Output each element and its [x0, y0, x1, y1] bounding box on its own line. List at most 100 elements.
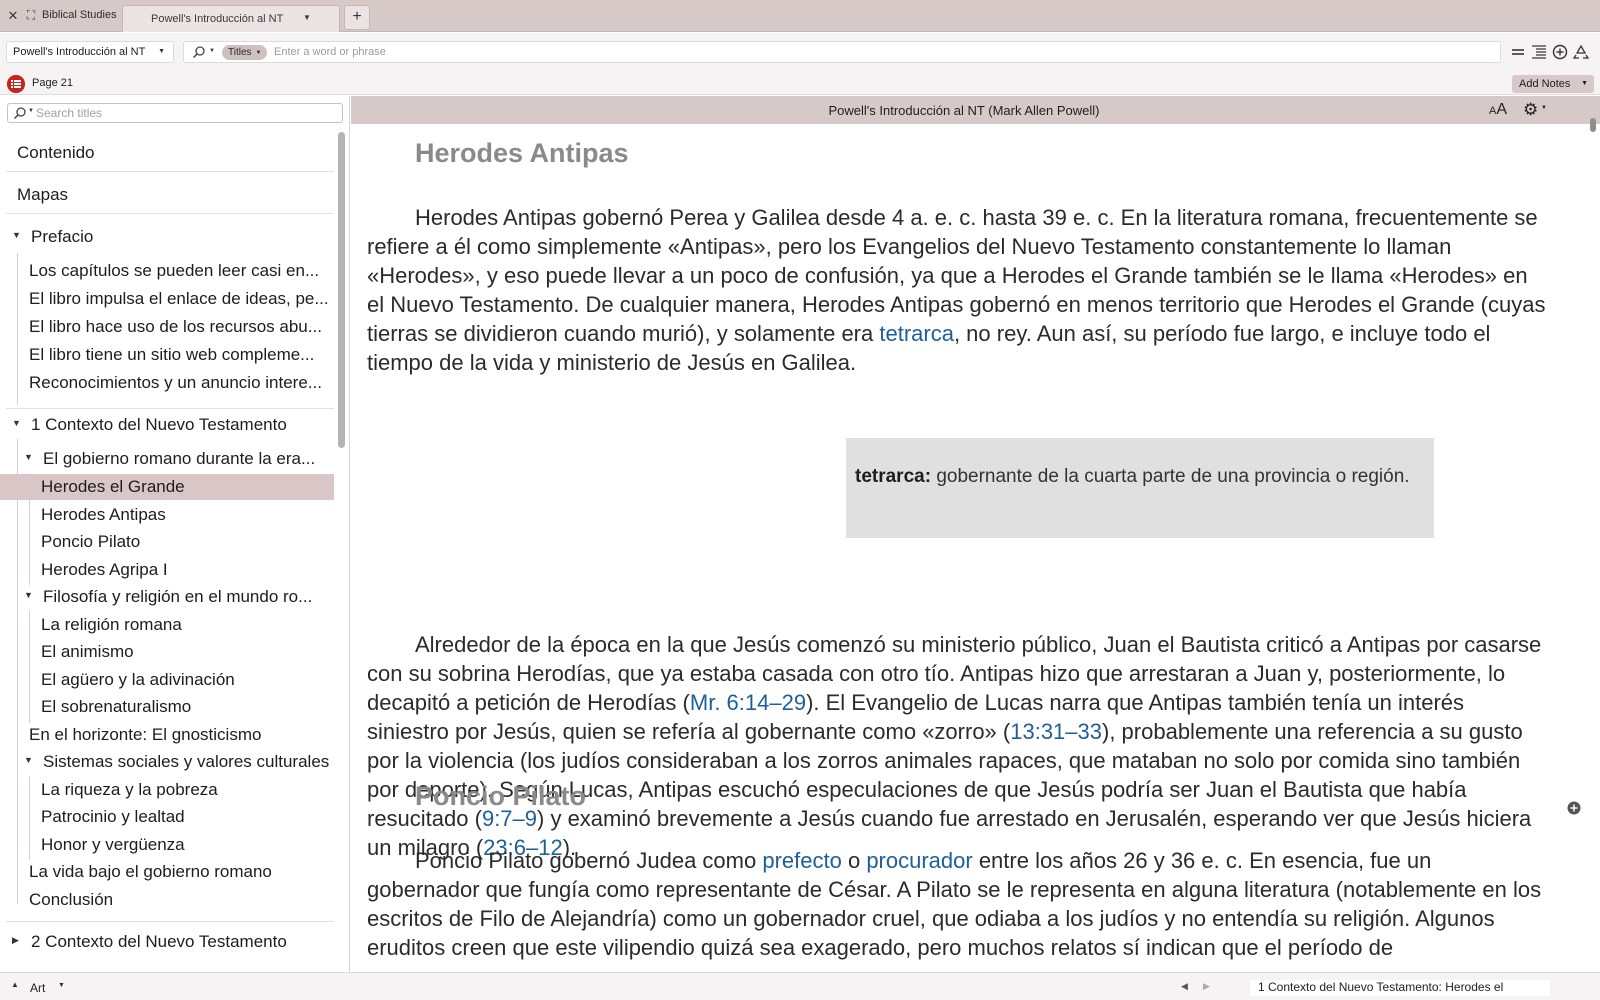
toc-item-label: 2 Contexto del Nuevo Testamento	[31, 932, 287, 951]
chevron-down-icon[interactable]: ▼	[58, 982, 65, 989]
new-tab-button[interactable]: +	[344, 5, 370, 30]
toc-item[interactable]: Los capítulos se pueden leer casi en...	[0, 258, 334, 284]
toc-item-label: El animismo	[41, 642, 134, 661]
toc-item[interactable]: Honor y vergüenza	[0, 832, 334, 858]
forward-arrow-icon[interactable]: ▶	[1203, 981, 1210, 992]
toc-item[interactable]: Conclusión	[0, 887, 334, 913]
search-scope-pill[interactable]: Titles ▼	[222, 45, 268, 60]
font-size-icon[interactable]: AA	[1489, 101, 1507, 119]
chevron-right-icon[interactable]: ▶	[12, 935, 19, 946]
list-icon[interactable]	[1509, 43, 1527, 61]
toc-item-roman-government[interactable]: ▼ El gobierno romano durante la era...	[0, 446, 334, 472]
toc-item[interactable]: Poncio Pilato	[0, 529, 334, 555]
recycle-icon[interactable]	[1572, 43, 1590, 61]
add-notes-label: Add Notes	[1519, 78, 1571, 90]
toc-item-label: Mapas	[17, 185, 69, 204]
paragraph: Alrededor de la época en la que Jesús co…	[367, 630, 1547, 862]
chevron-down-icon[interactable]: ▼	[28, 108, 34, 114]
chevron-up-icon[interactable]: ▲	[11, 980, 19, 989]
divider	[6, 921, 334, 922]
tab-powell-intro[interactable]: Powell's Introducción al NT ▼	[122, 5, 340, 32]
search-input[interactable]	[274, 44, 1474, 60]
page-label: Page 21	[32, 77, 73, 89]
toc-item-chapter-1[interactable]: ▼ 1 Contexto del Nuevo Testamento	[0, 412, 334, 438]
search-scope-label: Titles	[228, 47, 252, 58]
chevron-down-icon[interactable]: ▼	[209, 48, 215, 54]
toc-item-social-systems[interactable]: ▼ Sistemas sociales y valores culturales	[0, 749, 334, 775]
search-icon[interactable]	[192, 45, 206, 59]
sidebar-scrollbar[interactable]	[336, 128, 346, 968]
glossary-link[interactable]: prefecto	[762, 848, 842, 873]
toc-item-label: Honor y vergüenza	[41, 835, 185, 854]
chevron-down-icon[interactable]: ▼	[24, 452, 33, 462]
toc-item-chapter-2[interactable]: ▶ 2 Contexto del Nuevo Testamento	[0, 929, 334, 955]
toc-item[interactable]: El agüero y la adivinación	[0, 667, 334, 693]
layout-name[interactable]: Biblical Studies	[42, 9, 117, 21]
resource-picker-label: Powell's Introducción al NT	[13, 46, 146, 58]
toc-item[interactable]: Herodes Agripa I	[0, 557, 334, 583]
chevron-down-icon[interactable]: ▼	[12, 230, 21, 240]
toc-item[interactable]: El sobrenaturalismo	[0, 694, 334, 720]
toc-item[interactable]: El libro hace uso de los recursos abu...	[0, 314, 334, 340]
sidebar-scrollbar-thumb[interactable]	[338, 132, 345, 448]
toc-item[interactable]: Patrocinio y lealtad	[0, 804, 334, 830]
art-label[interactable]: Art	[30, 981, 45, 995]
toc-item-label: El agüero y la adivinación	[41, 670, 235, 689]
chevron-down-icon[interactable]: ▼	[24, 590, 33, 600]
toc-item[interactable]: Reconocimientos y un anuncio intere...	[0, 370, 334, 396]
toc-item-label: 1 Contexto del Nuevo Testamento	[31, 415, 287, 434]
glossary-link[interactable]: tetrarca	[879, 321, 954, 346]
toc-item[interactable]: La vida bajo el gobierno romano	[0, 859, 334, 885]
toc-item[interactable]: La riqueza y la pobreza	[0, 777, 334, 803]
glossary-link[interactable]: procurador	[866, 848, 972, 873]
toc-icon[interactable]	[7, 75, 25, 93]
fullscreen-icon[interactable]: ⛶	[24, 8, 38, 23]
breadcrumb: 1 Contexto del Nuevo Testamento: Herodes…	[1250, 980, 1550, 996]
chevron-down-icon[interactable]: ▼	[303, 13, 311, 22]
search-titles-field: ▼	[7, 103, 343, 123]
toc-item-contenido[interactable]: Contenido	[0, 140, 334, 166]
chevron-down-icon: ▼	[158, 48, 165, 55]
toc-item[interactable]: El libro tiene un sitio web compleme...	[0, 342, 334, 368]
resource-picker[interactable]: Powell's Introducción al NT ▼	[6, 41, 174, 63]
reader-scrollbar-thumb[interactable]	[1590, 118, 1596, 132]
search-titles-input[interactable]	[36, 106, 336, 120]
toc-item[interactable]: En el horizonte: El gnosticismo	[0, 722, 334, 748]
toc-item[interactable]: La religión romana	[0, 612, 334, 638]
chevron-down-icon[interactable]: ▼	[24, 755, 33, 765]
add-circle-icon[interactable]	[1551, 43, 1569, 61]
scripture-link[interactable]: 13:31–33	[1010, 719, 1102, 744]
add-circle-icon[interactable]	[1567, 801, 1581, 815]
toc-item-label: Herodes el Grande	[41, 477, 185, 496]
toc-item[interactable]: El libro impulsa el enlace de ideas, pe.…	[0, 286, 334, 312]
section-heading: Herodes Antipas	[415, 138, 629, 168]
search-icon[interactable]	[13, 106, 27, 120]
tab-label: Powell's Introducción al NT	[151, 13, 284, 25]
gear-icon[interactable]: ⚙	[1523, 100, 1538, 120]
toc-item-label: Reconocimientos y un anuncio intere...	[29, 373, 322, 392]
close-icon[interactable]: ✕	[6, 8, 20, 24]
toc-item-mapas[interactable]: Mapas	[0, 182, 334, 208]
back-arrow-icon[interactable]: ◀	[1181, 981, 1188, 992]
toc-item-label: Los capítulos se pueden leer casi en...	[29, 261, 320, 280]
toc-item[interactable]: El animismo	[0, 639, 334, 665]
toc-item-selected[interactable]: Herodes el Grande	[0, 474, 334, 500]
chevron-down-icon[interactable]: ▼	[12, 418, 21, 428]
toc-item-label: El libro hace uso de los recursos abu...	[29, 317, 322, 336]
glossary-definition: gobernante de la cuarta parte de una pro…	[931, 466, 1410, 487]
toc-item-prefacio[interactable]: ▼ Prefacio	[0, 224, 334, 250]
toc-item-label: La vida bajo el gobierno romano	[29, 862, 272, 881]
toc-item-label: En el horizonte: El gnosticismo	[29, 725, 262, 744]
resource-title: Powell's Introducción al NT (Mark Allen …	[828, 103, 1100, 118]
toc-item-philosophy[interactable]: ▼ Filosofía y religión en el mundo ro...	[0, 584, 334, 610]
search-bar: ▼ Titles ▼	[183, 41, 1501, 63]
scripture-link[interactable]: Mr. 6:14–29	[690, 690, 806, 715]
paragraph-text: Poncio Pilato gobernó Judea como	[415, 848, 763, 873]
toc-item-label: La religión romana	[41, 615, 182, 634]
chevron-down-icon[interactable]: ▼	[1541, 105, 1547, 111]
paragraph: Herodes Antipas gobernó Perea y Galilea …	[367, 203, 1547, 377]
toc-item-label: El gobierno romano durante la era...	[43, 449, 316, 468]
add-notes-button[interactable]: Add Notes ▼	[1512, 75, 1594, 93]
outline-icon[interactable]	[1530, 43, 1548, 61]
toc-item[interactable]: Herodes Antipas	[0, 502, 334, 528]
